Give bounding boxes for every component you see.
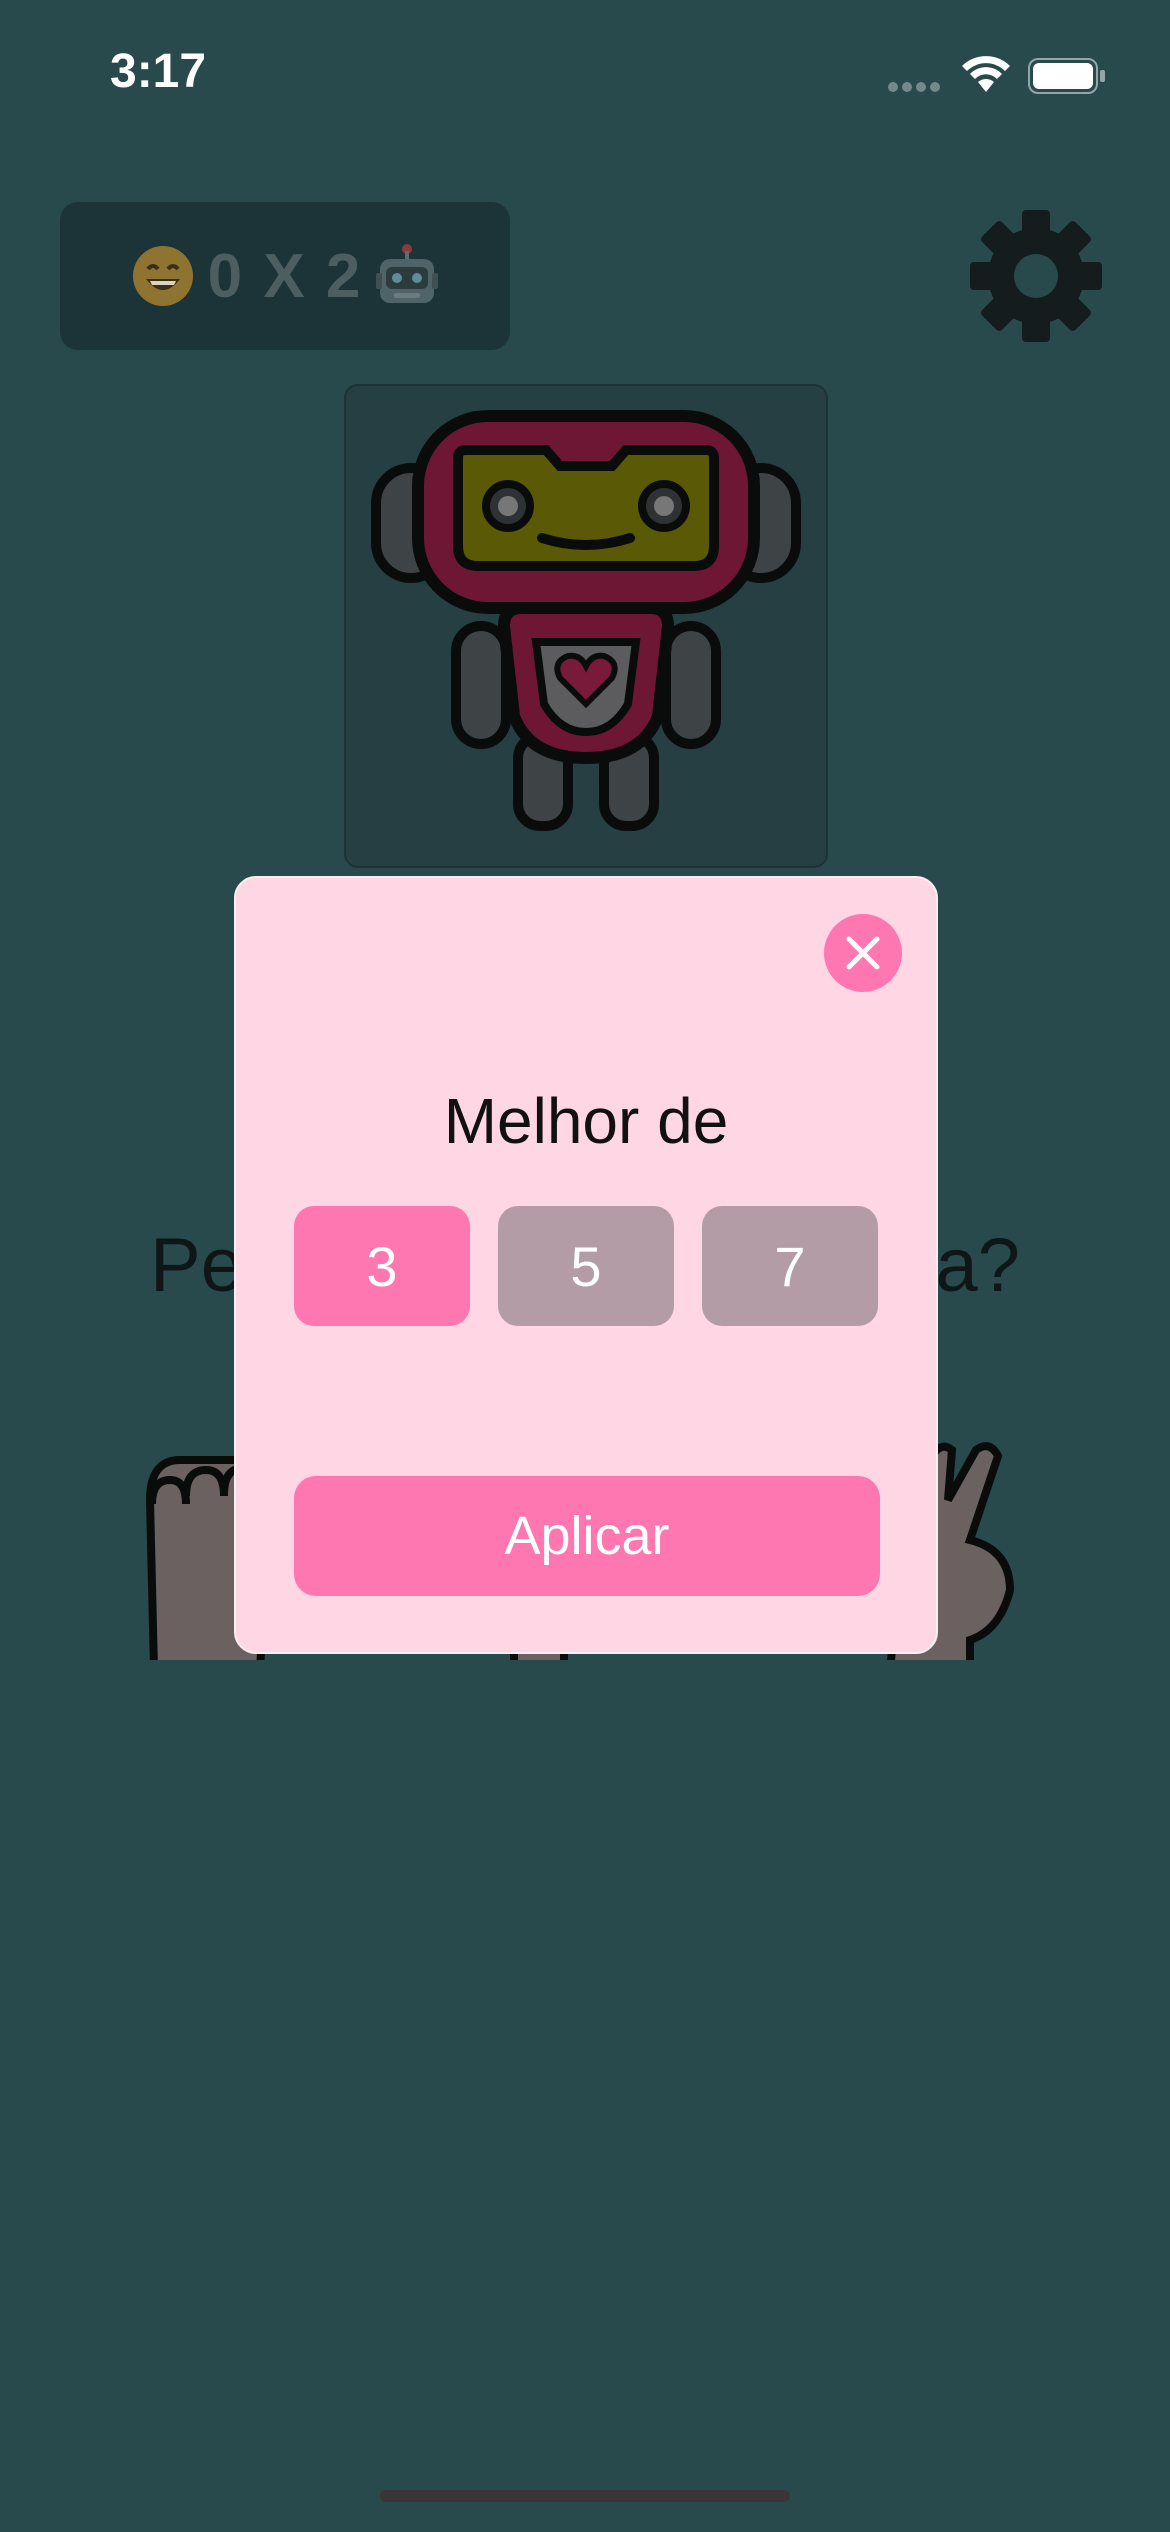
gear-icon[interactable] [966, 206, 1106, 346]
wifi-icon [962, 56, 1010, 92]
scoreboard: 0 X 2 [60, 202, 510, 350]
question-text-left: Pe [150, 1223, 243, 1308]
close-button[interactable] [824, 914, 902, 992]
grinning-face-emoji [132, 246, 193, 306]
status-bar: 3:17 [0, 0, 1170, 140]
status-time: 3:17 [110, 45, 207, 98]
cellular-signal-icon [888, 82, 942, 92]
question-text-right: a? [935, 1223, 1020, 1308]
score-text: 0 X 2 [207, 241, 363, 311]
apply-button[interactable]: Aplicar [294, 1476, 880, 1596]
best-of-options: 3 5 7 [294, 1206, 878, 1328]
best-of-modal: Melhor de 3 5 7 Aplicar [234, 876, 938, 1654]
robot-face-emoji [376, 244, 439, 303]
option-7-button[interactable]: 7 [702, 1206, 878, 1326]
option-5-button[interactable]: 5 [498, 1206, 674, 1326]
battery-icon [1028, 58, 1105, 94]
home-indicator[interactable] [380, 2490, 790, 2502]
opponent-avatar-frame [344, 384, 828, 868]
modal-title: Melhor de [443, 1085, 729, 1157]
robot-avatar [371, 410, 801, 831]
status-icons [888, 52, 1118, 96]
close-icon [846, 936, 880, 970]
option-3-button[interactable]: 3 [294, 1206, 470, 1326]
